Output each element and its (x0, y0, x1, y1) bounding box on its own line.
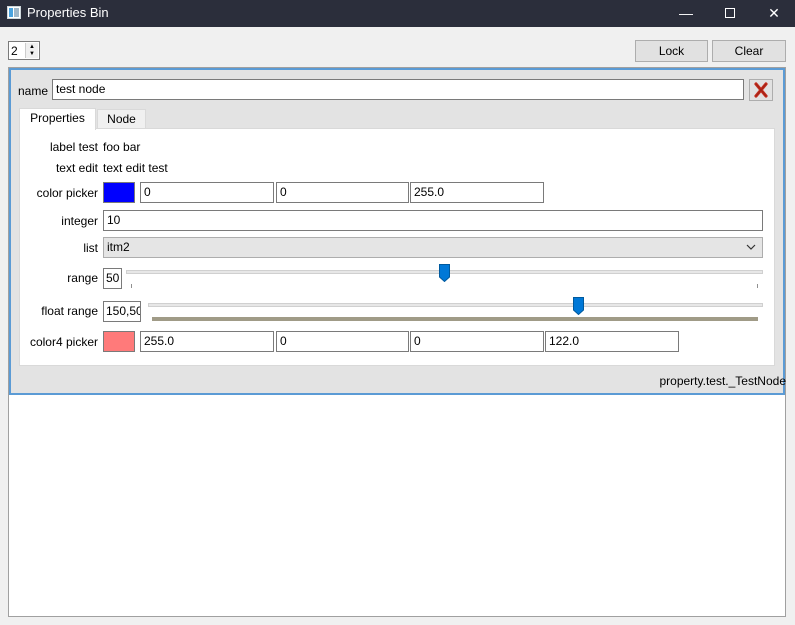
color4-b-field[interactable]: 0 (410, 331, 544, 352)
tab-node[interactable]: Node (97, 109, 146, 129)
float-range-slider-handle[interactable] (573, 297, 584, 315)
list-selected-value: itm2 (107, 240, 130, 254)
label-test-label: label test (49, 140, 98, 154)
minimize-button[interactable]: — (664, 0, 708, 27)
spin-up-icon[interactable]: ▲ (28, 44, 36, 50)
float-range-value-field[interactable]: 150,50 (103, 301, 141, 322)
minimize-icon: — (679, 5, 693, 21)
color-picker-swatch[interactable] (103, 182, 135, 203)
limit-value: 2 (11, 44, 18, 58)
maximize-button[interactable] (708, 0, 752, 27)
title-bar: Properties Bin — ✕ (0, 0, 795, 27)
float-range-slider-groove[interactable] (148, 303, 763, 307)
color-b-field[interactable]: 255.0 (410, 182, 544, 203)
color-r-field[interactable]: 0 (140, 182, 274, 203)
color4-picker-label: color4 picker (29, 335, 98, 349)
app-icon (7, 6, 21, 19)
spin-arrows: ▲ ▼ (25, 43, 38, 58)
name-label: name (18, 84, 49, 98)
label-test-value: foo bar (103, 140, 141, 154)
node-class-label: property.test._TestNode (659, 374, 786, 388)
chevron-down-icon (746, 238, 756, 264)
delete-node-button[interactable] (749, 79, 773, 101)
close-icon: ✕ (768, 5, 780, 21)
float-range-label: float range (41, 304, 98, 318)
range-value-field[interactable]: 50 (103, 268, 122, 289)
window-title: Properties Bin (27, 5, 109, 20)
color4-a-field[interactable]: 122.0 (545, 331, 679, 352)
color-g-field[interactable]: 0 (276, 182, 409, 203)
clear-button[interactable]: Clear (712, 40, 786, 62)
spin-down-icon[interactable]: ▼ (28, 51, 36, 57)
name-input[interactable]: test node (52, 79, 744, 100)
close-button[interactable]: ✕ (752, 0, 795, 27)
maximize-icon (725, 8, 735, 18)
range-tick-max (757, 284, 758, 288)
list-label: list (83, 241, 98, 255)
color4-g-field[interactable]: 0 (276, 331, 409, 352)
float-range-bar (152, 317, 758, 321)
text-edit-label: text edit (55, 161, 98, 175)
integer-label: integer (61, 214, 98, 228)
color4-r-field[interactable]: 255.0 (140, 331, 274, 352)
limit-spinbox[interactable]: 2 ▲ ▼ (8, 41, 40, 60)
text-edit-value[interactable]: text edit test (103, 161, 168, 175)
tab-properties[interactable]: Properties (19, 108, 96, 130)
range-tick-min (131, 284, 132, 288)
color4-picker-swatch[interactable] (103, 331, 135, 352)
color-picker-label: color picker (36, 186, 98, 200)
range-slider-handle[interactable] (439, 264, 450, 282)
integer-input[interactable]: 10 (103, 210, 763, 231)
list-combobox[interactable]: itm2 (103, 237, 763, 258)
delete-x-icon (754, 82, 768, 98)
lock-button[interactable]: Lock (635, 40, 708, 62)
range-label: range (67, 271, 98, 285)
